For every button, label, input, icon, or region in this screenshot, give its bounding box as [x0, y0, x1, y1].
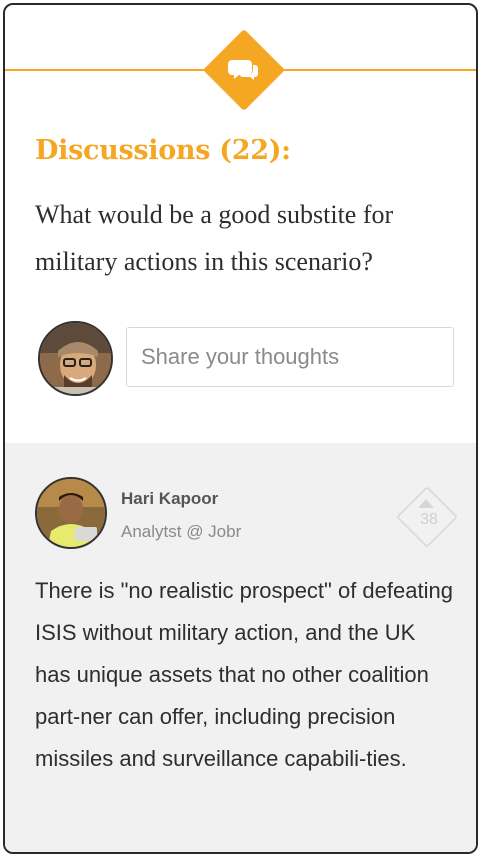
upvote-icon [418, 499, 434, 508]
commenter-avatar[interactable] [35, 477, 107, 549]
discussions-title: Discussions (22): [35, 135, 291, 166]
user-photo [40, 323, 111, 394]
comment-text: There is "no realistic prospect" of defe… [35, 578, 453, 771]
discussion-card: Discussions (22): What would be a good s… [3, 3, 478, 854]
share-thoughts-input[interactable] [126, 327, 454, 387]
discussion-question: What would be a good substite for milita… [35, 200, 394, 276]
commenter-role: Analytst @ Jobr [121, 522, 242, 541]
current-user-avatar [38, 321, 113, 396]
vote-count: 38 [420, 511, 438, 528]
chat-bubbles-icon [228, 60, 258, 80]
commenter-name[interactable]: Hari Kapoor [121, 489, 218, 509]
